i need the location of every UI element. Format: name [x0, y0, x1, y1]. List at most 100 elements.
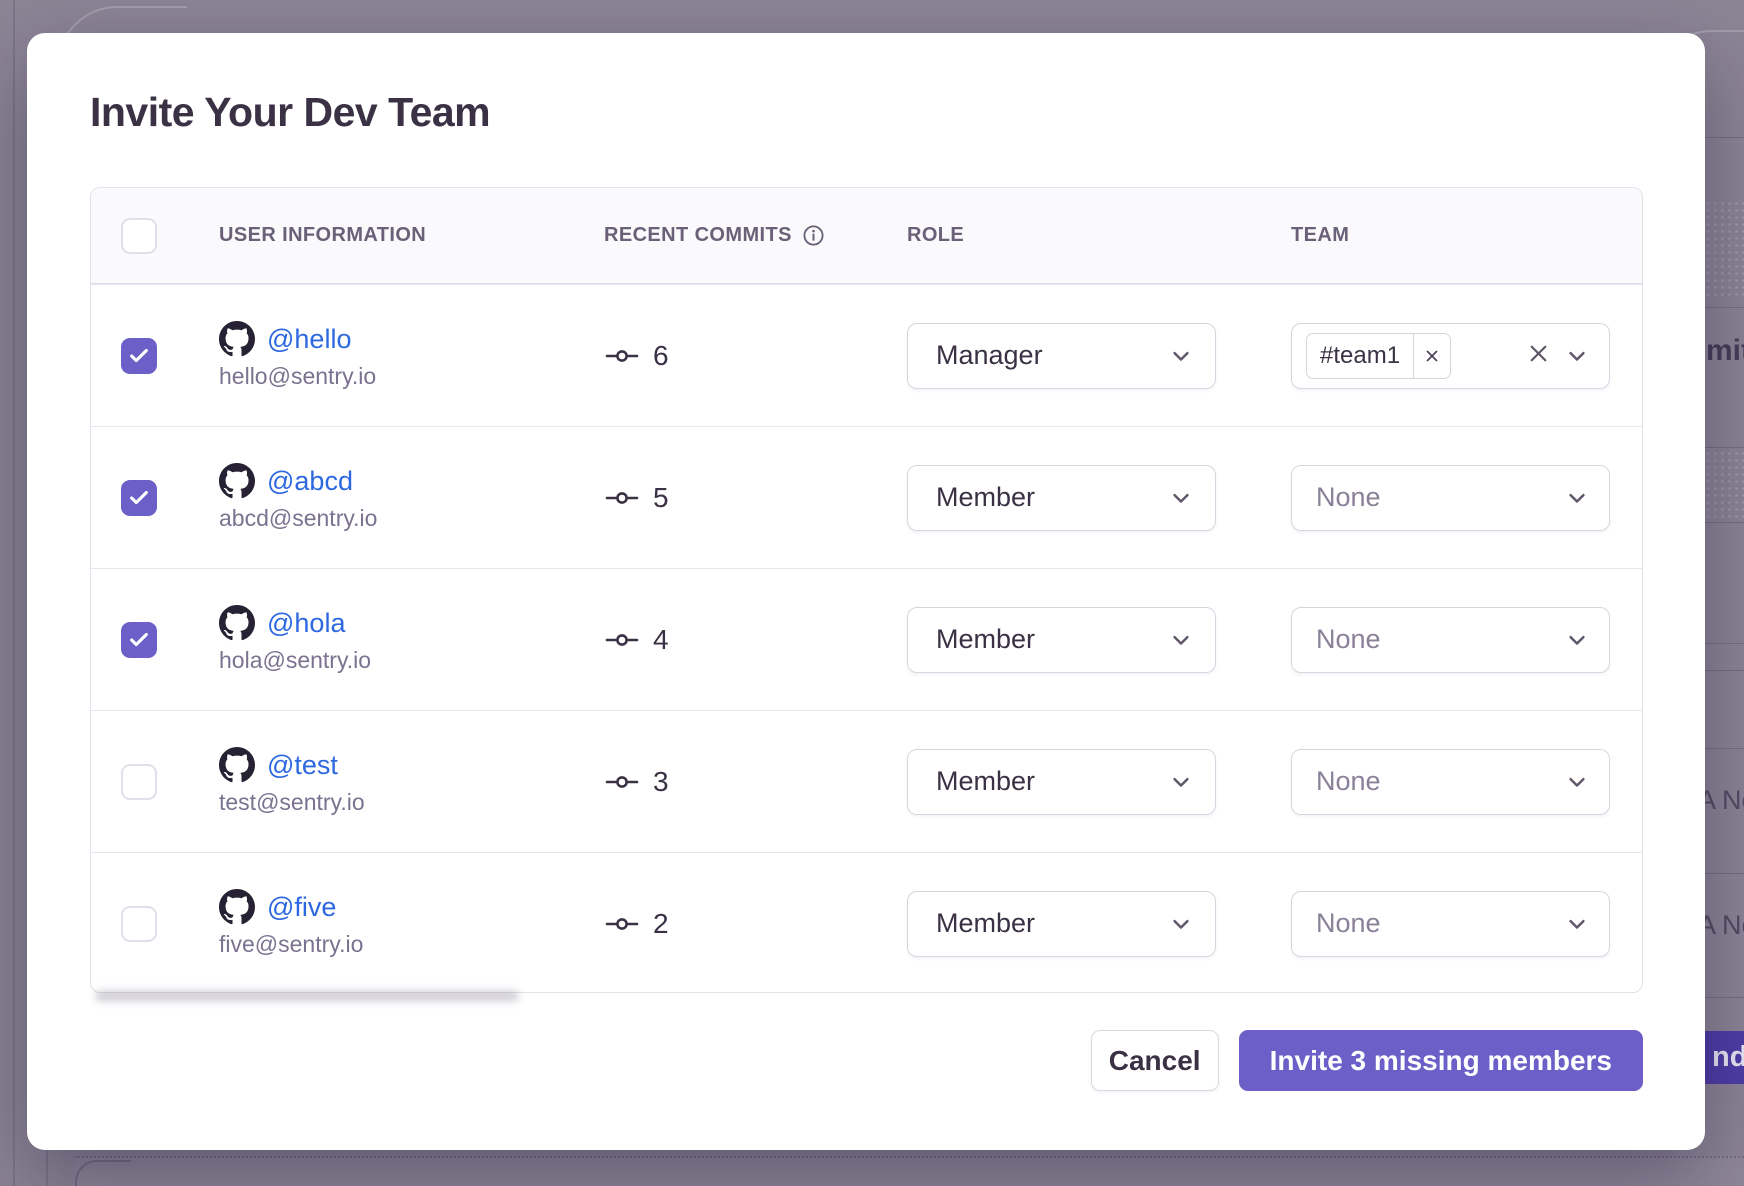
user-email: five@sentry.io [219, 931, 604, 958]
chevron-down-icon [1167, 910, 1195, 938]
git-commit-icon [604, 486, 640, 510]
column-header-user-information: USER INFORMATION [219, 224, 426, 246]
info-icon[interactable] [802, 224, 825, 247]
github-username-link[interactable]: @hola [267, 608, 345, 639]
team-select[interactable]: None [1291, 749, 1610, 815]
github-icon [219, 463, 255, 499]
chevron-down-icon [1563, 484, 1591, 512]
team-tag-label: #team1 [1307, 334, 1413, 378]
chevron-down-icon [1563, 342, 1591, 370]
modal-footer: Cancel Invite 3 missing members [1091, 1030, 1643, 1091]
github-icon [219, 321, 255, 357]
invite-missing-members-button[interactable]: Invite 3 missing members [1239, 1030, 1643, 1091]
role-select[interactable]: Member [907, 607, 1216, 673]
role-select[interactable]: Manager [907, 323, 1216, 389]
table-header-row: USER INFORMATION RECENT COMMITS ROLE TEA… [91, 188, 1642, 284]
role-select-value: Manager [936, 340, 1043, 371]
commit-count: 2 [653, 908, 669, 940]
row-checkbox[interactable] [121, 338, 157, 374]
role-select[interactable]: Member [907, 891, 1216, 957]
invite-members-table: USER INFORMATION RECENT COMMITS ROLE TEA… [90, 187, 1643, 993]
background-row-line [1700, 522, 1744, 523]
chevron-down-icon [1563, 626, 1591, 654]
column-header-role: ROLE [907, 224, 964, 246]
table-row: @hola hola@sentry.io 4 Member [91, 568, 1642, 710]
background-bottom-band [75, 1156, 1744, 1186]
table-row: @test test@sentry.io 3 Member [91, 710, 1642, 852]
git-commit-icon [604, 344, 640, 368]
role-select-value: Member [936, 766, 1035, 797]
git-commit-icon [604, 770, 640, 794]
github-username-link[interactable]: @test [267, 750, 338, 781]
chevron-down-icon [1167, 768, 1195, 796]
background-panel-edge-left [13, 0, 15, 1186]
screen: mit A Nc A No nd Invite Your Dev Team US… [0, 0, 1744, 1186]
background-row-line [1700, 137, 1744, 138]
user-email: hello@sentry.io [219, 363, 604, 390]
team-select[interactable]: None [1291, 891, 1610, 957]
check-icon [128, 345, 150, 367]
table-row: @hello hello@sentry.io 6 Manager [91, 284, 1642, 426]
role-select[interactable]: Member [907, 465, 1216, 531]
background-panel-edge [46, 1150, 48, 1186]
background-row-line [1700, 643, 1744, 644]
team-select[interactable]: None [1291, 465, 1610, 531]
background-row-line [1700, 997, 1744, 998]
row-checkbox[interactable] [121, 764, 157, 800]
chevron-down-icon [1563, 768, 1591, 796]
team-select[interactable]: None [1291, 607, 1610, 673]
commit-count: 6 [653, 340, 669, 372]
github-icon [219, 747, 255, 783]
background-row-line [1700, 873, 1744, 874]
role-select-value: Member [936, 482, 1035, 513]
clear-selection-icon[interactable] [1526, 341, 1551, 371]
commit-count: 4 [653, 624, 669, 656]
chevron-down-icon [1167, 342, 1195, 370]
background-panel-corner-bottomleft [75, 1160, 131, 1186]
user-email: hola@sentry.io [219, 647, 604, 674]
team-tag: #team1 [1306, 333, 1451, 379]
background-row-line [1700, 670, 1744, 671]
team-select-placeholder: None [1316, 766, 1381, 797]
row-checkbox[interactable] [121, 622, 157, 658]
commit-count: 3 [653, 766, 669, 798]
remove-tag-icon[interactable] [1413, 334, 1450, 378]
background-texture [1705, 200, 1744, 300]
role-select[interactable]: Member [907, 749, 1216, 815]
invite-dev-team-modal: Invite Your Dev Team USER INFORMATION RE… [27, 33, 1705, 1150]
github-icon [219, 605, 255, 641]
row-checkbox[interactable] [121, 906, 157, 942]
check-icon [128, 629, 150, 651]
team-select-placeholder: None [1316, 908, 1381, 939]
table-scrollbar[interactable] [95, 991, 519, 1001]
github-username-link[interactable]: @five [267, 892, 336, 923]
git-commit-icon [604, 912, 640, 936]
column-header-recent-commits: RECENT COMMITS [604, 224, 792, 247]
cancel-button[interactable]: Cancel [1091, 1030, 1219, 1091]
role-select-value: Member [936, 908, 1035, 939]
modal-title: Invite Your Dev Team [90, 89, 490, 136]
row-checkbox[interactable] [121, 480, 157, 516]
chevron-down-icon [1563, 910, 1591, 938]
team-select[interactable]: #team1 [1291, 323, 1610, 389]
chevron-down-icon [1167, 626, 1195, 654]
column-header-team: TEAM [1291, 224, 1349, 246]
background-row-line [1700, 307, 1744, 308]
background-cropped-button-label: nd [1712, 1041, 1744, 1074]
check-icon [128, 487, 150, 509]
role-select-value: Member [936, 624, 1035, 655]
background-cropped-text-commits: mit [1706, 334, 1744, 368]
background-row-line [1700, 447, 1744, 448]
table-row: @five five@sentry.io 2 Member [91, 852, 1642, 994]
git-commit-icon [604, 628, 640, 652]
github-username-link[interactable]: @hello [267, 324, 351, 355]
background-row-line [1700, 748, 1744, 749]
select-all-checkbox[interactable] [121, 218, 157, 254]
table-row: @abcd abcd@sentry.io 5 Member [91, 426, 1642, 568]
team-select-placeholder: None [1316, 624, 1381, 655]
chevron-down-icon [1167, 484, 1195, 512]
commit-count: 5 [653, 482, 669, 514]
team-select-placeholder: None [1316, 482, 1381, 513]
user-email: test@sentry.io [219, 789, 604, 816]
github-username-link[interactable]: @abcd [267, 466, 353, 497]
